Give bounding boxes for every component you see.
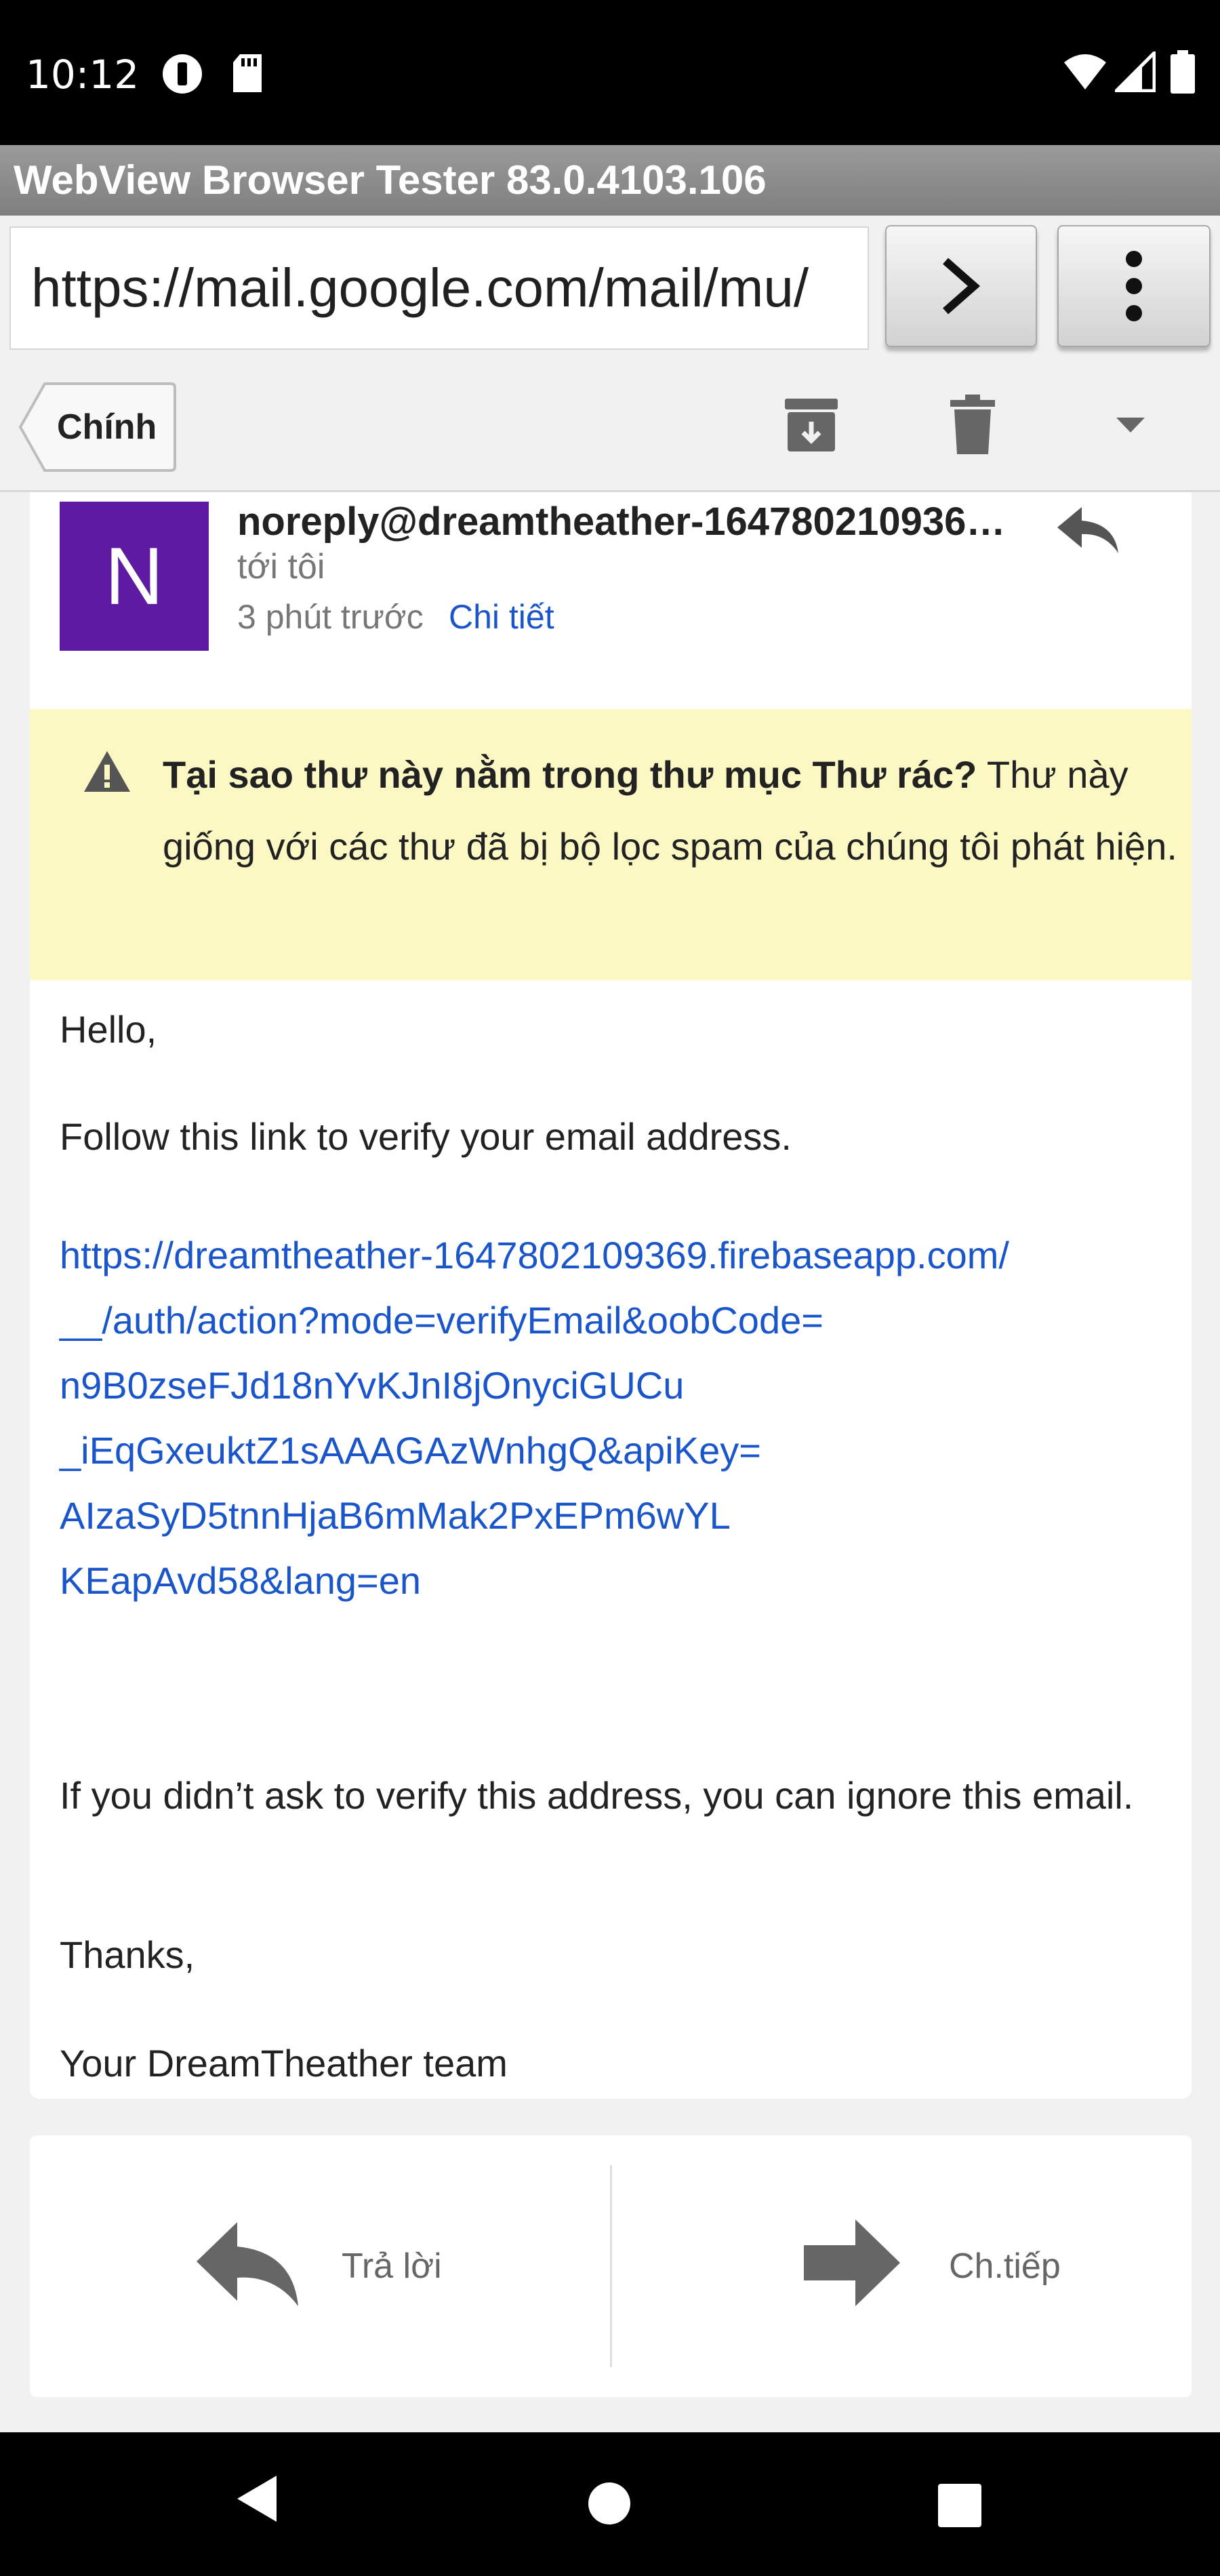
forward-button[interactable]: Ch.tiếp <box>613 2135 1192 2397</box>
email-content: N noreply@dreamtheather-1647802109369.fi… <box>0 492 1220 2432</box>
reply-large-icon <box>197 2222 298 2306</box>
nav-recents-icon[interactable] <box>938 2484 981 2527</box>
spam-warning-question: Tại sao thư này nằm trong thư mục Thư rá… <box>163 753 977 796</box>
dropdown-arrow-icon[interactable] <box>1115 416 1146 434</box>
url-input[interactable]: https://mail.google.com/mail/mu/ <box>9 226 869 350</box>
notification-dot-icon <box>163 54 202 94</box>
greeting-text: Hello, <box>60 1008 157 1051</box>
back-to-inbox-button[interactable]: Chính <box>18 381 178 473</box>
verify-link-line: KEapAvd58&lang=en <box>60 1559 421 1602</box>
app-title-bar: WebView Browser Tester 83.0.4103.106 <box>0 145 1220 216</box>
status-time: 10:12 <box>26 52 140 98</box>
spam-warning-text: Tại sao thư này nằm trong thư mục Thư rá… <box>163 739 1179 883</box>
menu-button[interactable] <box>1057 225 1211 347</box>
verify-link-line: n9B0zseFJd18nYvKJnI8jOnyciGUCu <box>60 1364 685 1407</box>
spam-warning-banner: Tại sao thư này nằm trong thư mục Thư rá… <box>30 709 1192 980</box>
archive-icon[interactable] <box>781 395 842 456</box>
battery-icon <box>1171 50 1195 94</box>
verify-link-line: _iEqGxeuktZ1sAAAGAzWnhgQ&apiKey= <box>60 1429 761 1472</box>
ignore-text: If you didn’t ask to verify this address… <box>60 1774 1134 1817</box>
signature-text: Your DreamTheather team <box>60 2042 508 2085</box>
reply-icon[interactable] <box>1055 503 1122 557</box>
sent-time: 3 phút trước <box>237 598 424 636</box>
wifi-icon <box>1064 54 1106 89</box>
reply-label: Trả lời <box>342 2247 442 2286</box>
phone-screen: 10:12 WebView Browser Tester 83.0.4103.1… <box>0 0 1220 2576</box>
recipient-line: tới tôi <box>237 547 325 586</box>
nav-back-icon[interactable] <box>233 2473 281 2524</box>
reply-button[interactable]: Trả lời <box>30 2135 610 2397</box>
chevron-right-icon <box>943 258 981 315</box>
email-card: N noreply@dreamtheather-1647802109369.fi… <box>30 492 1192 2099</box>
mail-toolbar: Chính <box>0 363 1220 492</box>
warning-icon <box>84 751 130 792</box>
intro-text: Follow this link to verify your email ad… <box>60 1115 792 1158</box>
nav-home-icon[interactable] <box>587 2481 632 2526</box>
actions-divider <box>610 2165 612 2367</box>
email-actions: Trả lời Ch.tiếp <box>30 2135 1192 2397</box>
signal-icon <box>1115 52 1156 92</box>
verify-link[interactable]: https://dreamtheather-1647802109369.fire… <box>60 1223 1171 1613</box>
forward-icon <box>804 2219 900 2306</box>
verify-link-line: AIzaSyD5tnnHjaB6mMak2PxEPm6wYL <box>60 1494 731 1537</box>
status-bar: 10:12 <box>0 0 1220 145</box>
forward-label: Ch.tiếp <box>949 2247 1061 2286</box>
verify-link-line: __/auth/action?mode=verifyEmail&oobCode= <box>60 1299 824 1342</box>
details-link[interactable]: Chi tiết <box>449 597 554 637</box>
sender-address: noreply@dreamtheather-1647802109369.fire… <box>237 500 1017 544</box>
back-label: Chính <box>57 407 157 447</box>
more-vert-icon <box>1126 251 1142 321</box>
thanks-text: Thanks, <box>60 1933 195 1976</box>
trash-icon[interactable] <box>949 395 996 456</box>
browser-url-row: https://mail.google.com/mail/mu/ <box>0 216 1220 363</box>
go-button[interactable] <box>885 225 1037 347</box>
verify-link-line: https://dreamtheather-1647802109369.fire… <box>60 1234 1009 1276</box>
sender-avatar: N <box>60 502 209 651</box>
sd-card-icon <box>233 54 262 92</box>
system-nav-bar <box>0 2432 1220 2576</box>
